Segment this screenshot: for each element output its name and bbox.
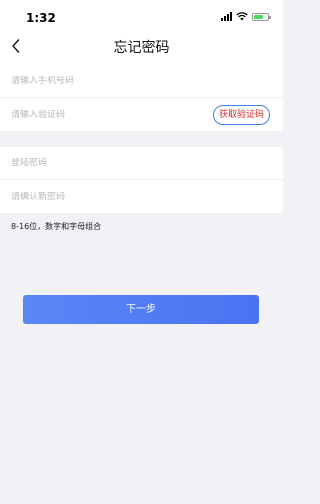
battery-icon [252,12,271,21]
password-input[interactable] [11,158,201,168]
battery-level [254,14,264,19]
status-icons [221,12,271,21]
phone-input[interactable] [11,76,201,86]
verify-group: 获取验证码 [0,65,283,131]
wifi-icon [236,12,248,21]
password-hint: 8-16位，数字和字母组合 [11,222,102,231]
page-title: 忘记密码 [113,40,170,56]
confirm-row [0,180,283,213]
code-input[interactable] [11,109,201,120]
signal-icon [221,12,232,21]
forgot-password-screen: 1:32 忘记密码 获取验证码 [0,0,283,504]
status-time: 1:32 [26,11,56,25]
password-row [0,147,283,180]
password-group [0,147,283,213]
top-bar: 1:32 忘记密码 [0,0,283,65]
get-code-button[interactable]: 获取验证码 [212,105,270,125]
confirm-password-input[interactable] [11,191,201,202]
next-button[interactable]: 下一步 [23,295,259,324]
phone-row [0,65,283,98]
code-row: 获取验证码 [0,98,283,131]
